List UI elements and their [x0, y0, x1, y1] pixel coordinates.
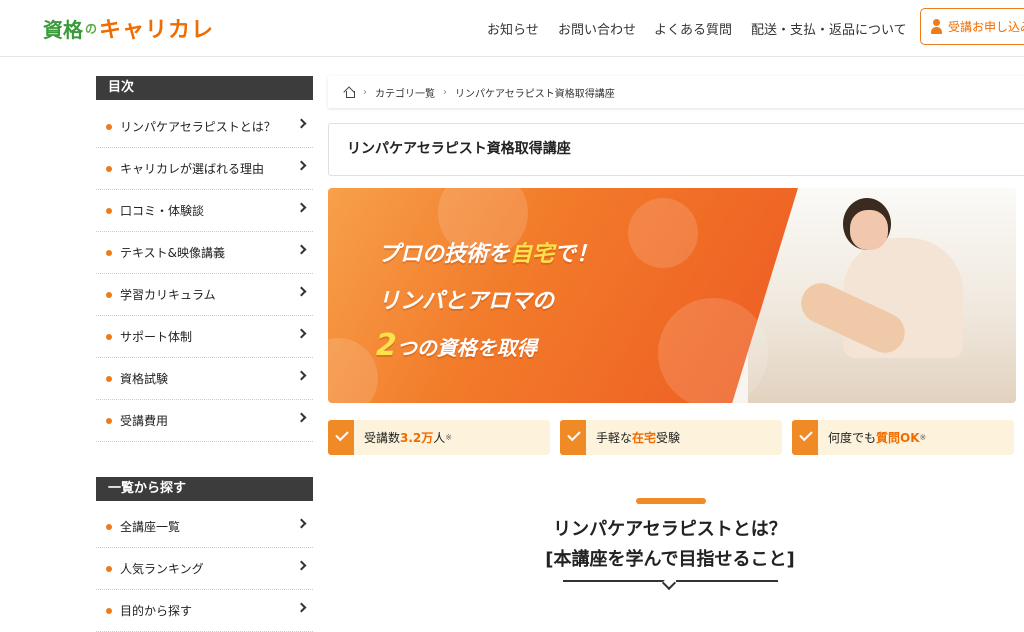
toc-item[interactable]: 学習カリキュラム [96, 274, 313, 316]
toc-item-label: キャリカレが選ばれる理由 [120, 162, 265, 176]
toc-item[interactable]: 受講費用 [96, 400, 313, 442]
feature-badge: 受講数 3.2万人 ※ [328, 420, 550, 455]
site-logo[interactable]: 資格 の キャリカレ [43, 12, 214, 44]
banner-line-3: 2つの資格を取得 [376, 328, 537, 363]
toc-item[interactable]: キャリカレが選ばれる理由 [96, 148, 313, 190]
bullet-dot-icon [106, 375, 112, 382]
chevron-right-icon [296, 202, 307, 213]
banner-deco-circle [658, 298, 768, 403]
toc-item-label: 受講費用 [120, 414, 169, 428]
search-item-label: 全講座一覧 [120, 520, 181, 534]
bullet-dot-icon [106, 333, 112, 340]
chevron-right-icon [296, 328, 307, 339]
breadcrumb: › カテゴリ一覧 › リンパケアセラピスト資格取得講座 [328, 76, 1024, 108]
apply-button-label: 受講お申し込み [948, 20, 1024, 34]
section-subtitle: [本講座を学んで目指せること] [545, 549, 795, 570]
bullet-dot-icon [106, 607, 112, 614]
chevron-right-icon [296, 412, 307, 423]
logo-part-2: の [85, 21, 98, 36]
check-icon [792, 420, 818, 455]
breadcrumb-separator: › [443, 86, 447, 98]
footnote-mark: ※ [445, 433, 452, 442]
section-accent-bar [636, 498, 706, 504]
breadcrumb-current: リンパケアセラピスト資格取得講座 [455, 88, 615, 100]
search-list-item[interactable]: 目的から探す [96, 590, 313, 632]
toc-item-label: 口コミ・体験談 [120, 204, 205, 218]
footnote-mark: ※ [919, 433, 927, 442]
feature-badge: 手軽な 在宅 受験 [560, 420, 782, 455]
banner-highlight-text: 自宅 [510, 242, 555, 267]
toc-item[interactable]: テキスト&映像講義 [96, 232, 313, 274]
bullet-dot-icon [106, 165, 112, 172]
feature-text: 受講数 [364, 431, 401, 445]
feature-highlight: 在宅 [632, 431, 657, 445]
therapist-face [850, 210, 888, 250]
banner-text: つの資格を取得 [396, 336, 537, 360]
section-underline [676, 580, 778, 582]
bullet-dot-icon [106, 249, 112, 256]
search-item-label: 人気ランキング [120, 562, 204, 576]
banner-deco-circle [628, 198, 698, 268]
search-item-label: 目的から探す [120, 604, 193, 618]
bullet-dot-icon [106, 123, 112, 130]
toc-item-label: 資格試験 [120, 372, 169, 386]
feature-text: 人 [433, 431, 446, 445]
toc-item[interactable]: リンパケアセラピストとは？ [96, 106, 313, 148]
home-icon[interactable] [344, 87, 355, 98]
check-icon [560, 420, 586, 455]
banner-highlight-number: 2 [376, 328, 397, 363]
bullet-dot-icon [106, 417, 112, 424]
section-title: リンパケアセラピストとは？ [553, 519, 787, 540]
section-chevron-icon [661, 575, 677, 591]
bullet-dot-icon [106, 207, 112, 214]
logo-part-3: キャリカレ [99, 18, 215, 43]
banner-text: で！ [554, 242, 599, 267]
apply-button[interactable]: 受講お申し込み [920, 8, 1024, 45]
toc-item-label: 学習カリキュラム [120, 288, 216, 302]
feature-highlight: 質問OK [876, 431, 920, 445]
chevron-right-icon [296, 518, 307, 529]
toc-item-label: テキスト&映像講義 [120, 246, 225, 260]
breadcrumb-category[interactable]: カテゴリ一覧 [375, 85, 435, 100]
person-icon [931, 19, 942, 34]
chevron-right-icon [296, 602, 307, 613]
toc-item-label: リンパケアセラピストとは？ [120, 120, 276, 134]
toc-item[interactable]: サポート体制 [96, 316, 313, 358]
chevron-right-icon [296, 244, 307, 255]
chevron-right-icon [296, 286, 307, 297]
banner-text: プロの技術を [378, 242, 511, 267]
nav-faq[interactable]: よくある質問 [654, 19, 732, 38]
bullet-dot-icon [106, 565, 112, 572]
banner-line-2: リンパとアロマの [378, 289, 555, 314]
chevron-right-icon [296, 560, 307, 571]
nav-contact[interactable]: お問い合わせ [558, 19, 636, 38]
feature-badge: 何度でも 質問OK ※ [792, 420, 1014, 455]
site-header: 資格 の キャリカレ お知らせ お問い合わせ よくある質問 配送・支払・返品につ… [0, 0, 1024, 57]
logo-part-1: 資格 [43, 17, 83, 42]
toc-heading: 目次 [96, 76, 313, 100]
feature-highlight: 3.2万 [400, 431, 434, 445]
toc-item-label: サポート体制 [120, 330, 193, 344]
bullet-dot-icon [106, 523, 112, 530]
page-title: リンパケアセラピスト資格取得講座 [328, 123, 1024, 176]
banner-line-1: プロの技術を自宅で！ [378, 236, 598, 268]
chevron-right-icon [296, 370, 307, 381]
toc-item[interactable]: 口コミ・体験談 [96, 190, 313, 232]
breadcrumb-separator: › [363, 86, 367, 98]
section-underline [563, 580, 671, 582]
search-heading: 一覧から探す [96, 477, 313, 501]
chevron-right-icon [296, 118, 307, 129]
chevron-right-icon [296, 160, 307, 171]
search-list-item[interactable]: 人気ランキング [96, 548, 313, 590]
search-list-item[interactable]: 全講座一覧 [96, 506, 313, 548]
feature-text: 受験 [656, 431, 681, 445]
bullet-dot-icon [106, 291, 112, 298]
toc-item[interactable]: 資格試験 [96, 358, 313, 400]
nav-news[interactable]: お知らせ [487, 19, 539, 38]
nav-shipping[interactable]: 配送・支払・返品について [751, 19, 907, 38]
hero-banner: プロの技術を自宅で！ リンパとアロマの 2つの資格を取得 [328, 188, 1016, 403]
feature-text: 何度でも [828, 431, 877, 445]
check-icon [328, 420, 354, 455]
feature-text: 手軽な [596, 431, 633, 445]
